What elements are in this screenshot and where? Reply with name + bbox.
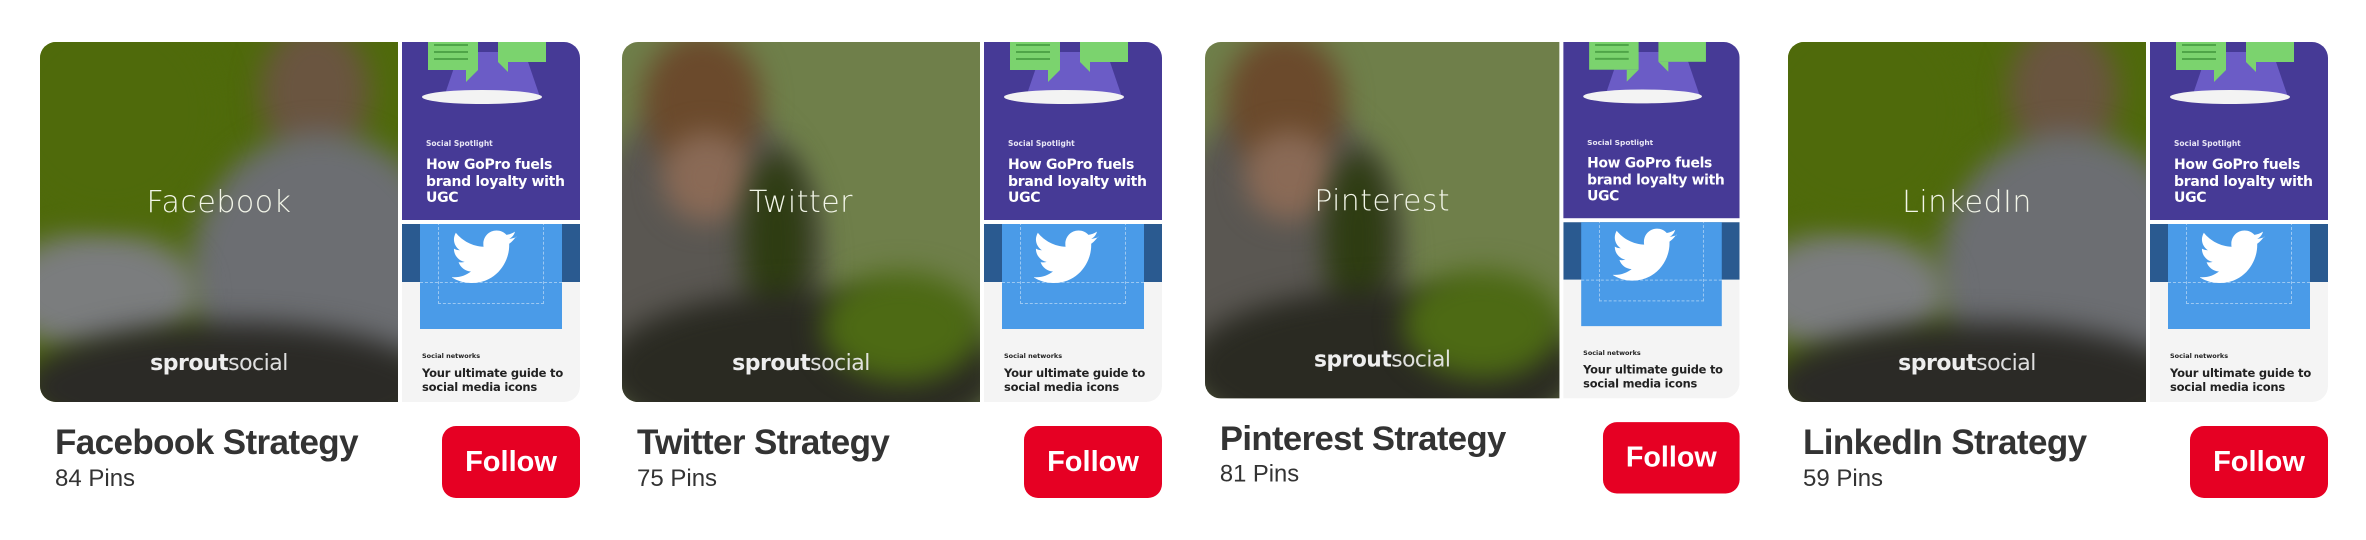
pin-count: 75 Pins [637,465,718,492]
board-cover[interactable]: Pinterest sproutsocial Social Spotlight … [1205,42,1740,399]
speech-bubble-icon [1010,42,1060,82]
cover-main-image: LinkedIn sproutsocial [1788,42,2146,402]
blurred-photo [1788,42,2146,402]
speech-bubble-icon [1658,42,1706,72]
speech-bubble-icon [2246,42,2294,72]
pin-count: 81 Pins [1219,460,1300,488]
cover-tile-gopro: Social Spotlight How GoPro fuels brand l… [984,42,1162,220]
cover-tile-gopro: Social Spotlight How GoPro fuels brand l… [402,42,580,220]
speech-bubble-icon [428,42,478,82]
follow-button[interactable]: Follow [1602,422,1740,494]
sproutsocial-logo: sproutsocial [732,351,870,376]
tile-headline: Your ultimate guide to social media icon… [2170,366,2312,394]
blurred-photo [622,42,980,402]
board-title[interactable]: Facebook Strategy [55,423,359,463]
tile-kicker: Social networks [422,352,481,360]
cover-overlay-label: LinkedIn [1902,185,2032,220]
cover-tile-icons-guide: Social networks Your ultimate guide to s… [984,224,1162,402]
board-cover[interactable]: Twitter sproutsocial Social Spotlight Ho… [622,42,1162,402]
cover-tile-icons-guide: Social networks Your ultimate guide to s… [2150,224,2328,402]
tile-headline: Your ultimate guide to social media icon… [1004,366,1146,394]
follow-button[interactable]: Follow [1024,426,1162,498]
cover-tile-gopro: Social Spotlight How GoPro fuels brand l… [1563,42,1740,219]
tile-kicker: Social Spotlight [1587,138,1654,147]
pin-count: 59 Pins [1803,465,1884,492]
tile-headline: How GoPro fuels brand loyalty with UGC [2174,157,2313,206]
pin-count: 84 Pins [55,465,136,492]
board-card[interactable]: LinkedIn sproutsocial Social Spotlight H… [1788,42,2328,502]
board-title[interactable]: Twitter Strategy [637,423,890,463]
tile-headline: Your ultimate guide to social media icon… [422,366,564,394]
board-cover[interactable]: LinkedIn sproutsocial Social Spotlight H… [1788,42,2328,402]
board-title[interactable]: Pinterest Strategy [1220,419,1506,459]
tile-headline: How GoPro fuels brand loyalty with UGC [1008,157,1147,206]
sproutsocial-logo: sproutsocial [1898,351,2036,376]
follow-button[interactable]: Follow [2190,426,2328,498]
blurred-photo [1205,42,1560,399]
tile-kicker: Social networks [2170,352,2229,360]
board-cover[interactable]: Facebook sproutsocial Social Spotlight H… [40,42,580,402]
twitter-bird-icon [1034,230,1099,284]
cover-main-image: Twitter sproutsocial [622,42,980,402]
twitter-bird-icon [452,230,517,284]
cover-tile-icons-guide: Social networks Your ultimate guide to s… [1563,222,1740,399]
cover-overlay-label: Pinterest [1314,183,1451,219]
tile-kicker: Social Spotlight [426,139,493,148]
speech-bubble-icon [2176,42,2226,82]
board-title[interactable]: LinkedIn Strategy [1803,423,2087,463]
tile-headline: How GoPro fuels brand loyalty with UGC [426,157,565,206]
cover-tile-gopro: Social Spotlight How GoPro fuels brand l… [2150,42,2328,220]
twitter-bird-icon [1612,228,1678,281]
board-card[interactable]: Twitter sproutsocial Social Spotlight Ho… [622,42,1162,502]
sproutsocial-logo: sproutsocial [150,351,288,376]
cover-main-image: Pinterest sproutsocial [1205,42,1560,399]
speech-bubble-icon [498,42,546,72]
cover-overlay-label: Twitter [748,185,854,220]
tile-headline: Your ultimate guide to social media icon… [1583,362,1723,390]
tile-kicker: Social Spotlight [2174,139,2241,148]
board-card[interactable]: Pinterest sproutsocial Social Spotlight … [1205,42,1740,497]
speech-bubble-icon [1080,42,1128,72]
board-card[interactable]: Facebook sproutsocial Social Spotlight H… [40,42,580,502]
sproutsocial-logo: sproutsocial [1314,347,1451,373]
tile-kicker: Social Spotlight [1008,139,1075,148]
tile-kicker: Social networks [1583,348,1641,357]
speech-bubble-icon [1589,42,1639,82]
twitter-bird-icon [2200,230,2265,284]
blurred-photo [40,42,398,402]
tile-kicker: Social networks [1004,352,1063,360]
tile-headline: How GoPro fuels brand loyalty with UGC [1587,155,1725,205]
cover-overlay-label: Facebook [146,185,292,220]
cover-main-image: Facebook sproutsocial [40,42,398,402]
cover-tile-icons-guide: Social networks Your ultimate guide to s… [402,224,580,402]
follow-button[interactable]: Follow [442,426,580,498]
